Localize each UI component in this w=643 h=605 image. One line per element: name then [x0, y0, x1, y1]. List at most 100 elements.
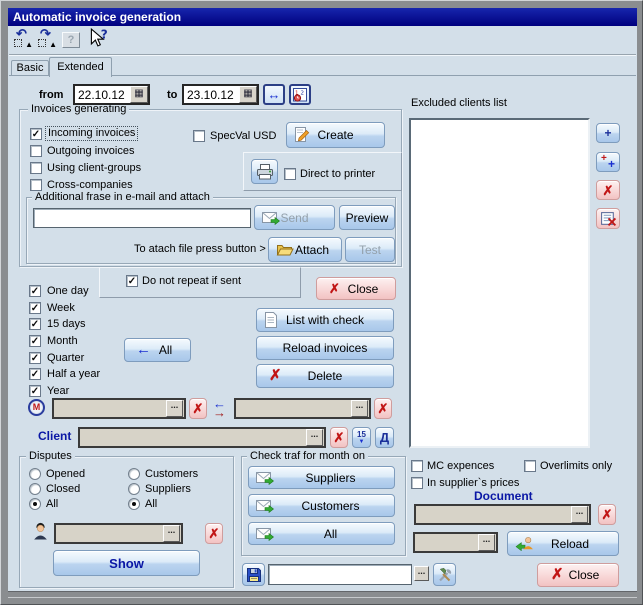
checkbox-using-client-groups[interactable]	[30, 162, 42, 174]
disputes-person-field[interactable]: ...	[54, 523, 183, 544]
checkbox-month[interactable]: ✓	[29, 335, 41, 347]
add-group-button[interactable]: + +	[596, 152, 620, 172]
document-small-field[interactable]: ...	[413, 532, 498, 553]
label-closed[interactable]: Closed	[46, 483, 80, 496]
printer-button[interactable]	[251, 159, 278, 184]
all-periods-button[interactable]: ← All	[124, 338, 191, 362]
label-all-kind[interactable]: All	[145, 498, 157, 511]
document-lookup-field[interactable]: ...	[414, 504, 591, 525]
from-calendar-button[interactable]: ▦	[130, 86, 148, 103]
label-week[interactable]: Week	[47, 302, 75, 315]
label-suppliers[interactable]: Suppliers	[145, 483, 191, 496]
traf-customers-button[interactable]: Customers	[248, 494, 395, 517]
disputes-clear-button[interactable]: ✗	[205, 523, 223, 544]
template-input[interactable]	[269, 565, 411, 584]
preview-button[interactable]: Preview	[339, 205, 395, 230]
label-year[interactable]: Year	[47, 385, 69, 398]
title-bar[interactable]: Automatic invoice generation	[8, 8, 637, 26]
manager-browse-button[interactable]: ...	[166, 400, 183, 417]
label-mc-expences[interactable]: MC expences	[427, 460, 494, 473]
radio-customers[interactable]	[128, 468, 140, 480]
label-quarter[interactable]: Quarter	[47, 352, 84, 365]
label-no-repeat[interactable]: Do not repeat if sent	[142, 275, 241, 288]
label-customers[interactable]: Customers	[145, 468, 198, 481]
traf-suppliers-button[interactable]: Suppliers	[248, 466, 395, 489]
add-client-button[interactable]: +	[596, 123, 620, 143]
list-with-check-button[interactable]: List with check	[256, 308, 394, 332]
excluded-clients-listbox[interactable]	[409, 118, 590, 448]
reload-invoices-button[interactable]: Reload invoices	[256, 336, 394, 360]
document-clear-button[interactable]: ✗	[598, 504, 616, 525]
template-browse-button[interactable]: ...	[414, 566, 429, 581]
manager-lookup-field[interactable]: ...	[52, 398, 186, 419]
label-month[interactable]: Month	[47, 335, 78, 348]
label-incoming-invoices[interactable]: Incoming invoices	[45, 126, 138, 141]
label-specval-usd[interactable]: SpecVal USD	[210, 130, 276, 143]
second-lookup-field[interactable]: ...	[234, 398, 371, 419]
rotate-right-toolbar-button[interactable]: ↷ ▲	[37, 30, 57, 49]
checkbox-quarter[interactable]: ✓	[29, 352, 41, 364]
checkbox-year[interactable]: ✓	[29, 385, 41, 397]
checkbox-cross-companies[interactable]	[30, 179, 42, 191]
second-clear-button[interactable]: ✗	[374, 398, 392, 419]
traf-all-button[interactable]: All	[248, 522, 395, 545]
reload-button[interactable]: Reload	[507, 531, 619, 556]
radio-closed[interactable]	[29, 483, 41, 495]
checkbox-no-repeat[interactable]: ✓	[126, 275, 138, 287]
second-browse-button[interactable]: ...	[351, 400, 368, 417]
radio-suppliers[interactable]	[128, 483, 140, 495]
checkbox-half-year[interactable]: ✓	[29, 368, 41, 380]
checkbox-direct-to-printer[interactable]	[284, 168, 296, 180]
label-overlimits[interactable]: Overlimits only	[540, 460, 612, 473]
to-calendar-button[interactable]: ▦	[239, 86, 257, 103]
cyrillic-d-button[interactable]: Д	[375, 427, 394, 448]
checkbox-incoming-invoices[interactable]: ✓	[30, 128, 42, 140]
client-lookup-field[interactable]: ...	[78, 427, 326, 448]
label-15-days[interactable]: 15 days	[47, 318, 86, 331]
day-of-month-button[interactable]: 15 ▼	[352, 427, 371, 448]
save-button[interactable]	[242, 563, 265, 586]
from-date-input[interactable]	[75, 86, 130, 103]
checkbox-week[interactable]: ✓	[29, 302, 41, 314]
label-half-year[interactable]: Half a year	[47, 368, 100, 381]
to-date-field[interactable]: ▦	[182, 84, 259, 105]
checkbox-overlimits[interactable]	[524, 460, 536, 472]
disputes-browse-button[interactable]: ...	[163, 525, 180, 542]
delete-button[interactable]: ✗ Delete	[256, 364, 394, 388]
show-button[interactable]: Show	[53, 550, 200, 576]
close-top-button[interactable]: ✗ Close	[316, 277, 396, 300]
checkbox-mc-expences[interactable]	[411, 460, 423, 472]
from-date-field[interactable]: ▦	[73, 84, 150, 105]
settings-button[interactable]	[433, 563, 456, 586]
label-outgoing-invoices[interactable]: Outgoing invoices	[47, 145, 134, 158]
help-button[interactable]: ?	[62, 32, 80, 48]
period-calendar-button[interactable]	[289, 84, 311, 105]
company-logo-icon[interactable]: M	[28, 399, 45, 416]
checkbox-outgoing-invoices[interactable]	[30, 145, 42, 157]
send-button[interactable]: Send	[254, 205, 335, 230]
context-help-icon[interactable]	[87, 28, 109, 50]
document-browse-button[interactable]: ...	[571, 506, 588, 523]
radio-opened[interactable]	[29, 468, 41, 480]
manager-clear-button[interactable]: ✗	[189, 398, 207, 419]
create-button[interactable]: Create	[286, 122, 385, 148]
checkbox-supplier-prices[interactable]	[411, 477, 423, 489]
attach-button[interactable]: Attach	[268, 237, 342, 262]
label-opened[interactable]: Opened	[46, 468, 85, 481]
close-bottom-button[interactable]: ✗ Close	[537, 563, 619, 587]
date-span-button[interactable]: ↔	[263, 84, 285, 105]
tab-basic[interactable]: Basic	[11, 60, 49, 76]
rotate-left-toolbar-button[interactable]: ↶ ▲	[13, 30, 33, 49]
remove-client-button[interactable]: ✗	[596, 180, 620, 200]
radio-all-status[interactable]	[29, 498, 41, 510]
label-using-client-groups[interactable]: Using client-groups	[47, 162, 141, 175]
test-button[interactable]: Test	[345, 237, 395, 262]
document-small-browse-button[interactable]: ...	[478, 534, 495, 551]
client-clear-button[interactable]: ✗	[330, 427, 348, 448]
email-phrase-input[interactable]	[34, 209, 250, 227]
checkbox-one-day[interactable]: ✓	[29, 285, 41, 297]
checkbox-specval-usd[interactable]	[193, 130, 205, 142]
clear-list-button[interactable]	[596, 208, 620, 229]
client-browse-button[interactable]: ...	[306, 429, 323, 446]
label-all-status[interactable]: All	[46, 498, 58, 511]
